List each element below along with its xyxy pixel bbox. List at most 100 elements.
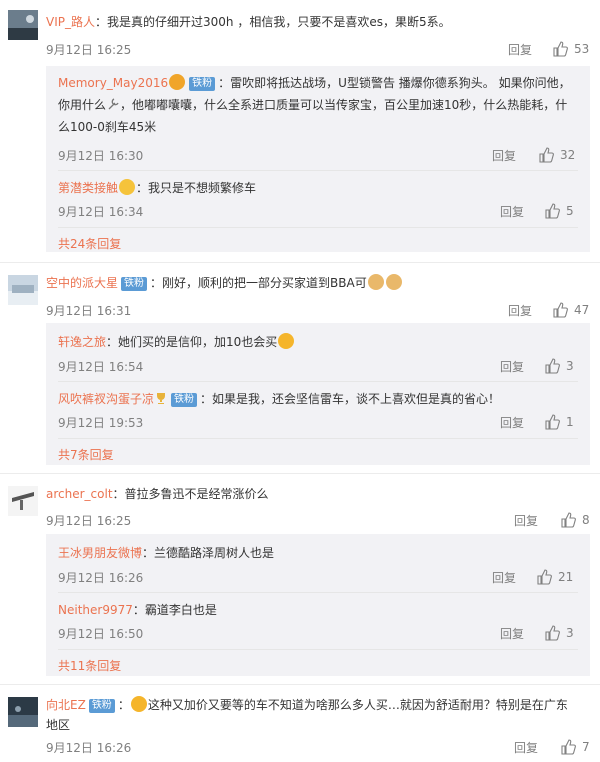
divider xyxy=(58,438,578,439)
username[interactable]: archer_colt xyxy=(46,487,113,501)
reply-item: 第潜类接触 ：我只是不想频繁修车 9月12日 16:34 回复 5 xyxy=(46,171,590,227)
like-count: 47 xyxy=(574,303,590,317)
reply-item: 轩逸之旅：她们买的是信仰，加10也会买 9月12日 16:54 回复 3 xyxy=(46,323,590,381)
thumbs-up-icon xyxy=(553,41,568,57)
avatar[interactable] xyxy=(8,697,38,727)
thumbs-up-icon xyxy=(561,739,576,755)
like-button[interactable]: 5 xyxy=(544,203,574,219)
trophy-icon xyxy=(157,393,166,404)
like-button[interactable]: 53 xyxy=(552,41,589,57)
reply-text-continued: ，他嘟嘟囔囔，什么全系进口质量可以当传家宝，百公里加速10秒，什么热能耗，什么1… xyxy=(58,98,568,134)
username[interactable]: 空中的派大星 xyxy=(46,276,118,290)
avatar[interactable] xyxy=(8,486,38,516)
username[interactable]: Neither9977 xyxy=(58,603,133,617)
reply-button[interactable]: 回复 xyxy=(500,358,524,375)
like-count: 1 xyxy=(566,415,574,429)
thumbs-up-icon xyxy=(545,358,560,374)
doge-emoji-icon xyxy=(385,274,402,290)
timestamp: 9月12日 16:26 xyxy=(46,741,132,755)
laughing-emoji-icon xyxy=(278,333,295,349)
like-button[interactable]: 1 xyxy=(544,414,574,430)
reply-button[interactable]: 回复 xyxy=(508,41,532,58)
timestamp: 9月12日 16:50 xyxy=(58,627,144,641)
timestamp: 9月12日 16:30 xyxy=(58,149,144,163)
thumbs-up-icon xyxy=(561,512,576,528)
reply-item: 风吹裤衩沟蛋子凉 铁粉 ：如果是我，还会坚信雷车，谈不上喜欢但是真的省心！ 9月12… xyxy=(46,382,590,438)
reply-button[interactable]: 回复 xyxy=(492,569,516,586)
username[interactable]: 风吹裤衩沟蛋子凉 xyxy=(58,392,154,406)
comment: VIP_路人：我是真的仔细开过300h ，相信我，只要不是喜欢es，果断5系。 … xyxy=(0,0,600,263)
like-button[interactable]: 8 xyxy=(560,512,590,528)
username[interactable]: 向北EZ xyxy=(46,698,86,712)
comment-text: ：刚好，顺利的把一部分买家道到BBA可 xyxy=(150,276,367,290)
timestamp: 9月12日 19:53 xyxy=(58,416,144,430)
reply-text: ：我只是不想频繁修车 xyxy=(136,181,257,195)
username[interactable]: Memory_May2016 xyxy=(58,76,168,90)
reply-button[interactable]: 回复 xyxy=(514,512,538,529)
username[interactable]: 王冰男朋友微博 xyxy=(58,546,142,560)
thumbs-up-icon xyxy=(539,147,554,163)
comment-text: ：我是真的仔细开过300h ，相信我，只要不是喜欢es，果断5系。 xyxy=(95,15,451,29)
reply-button[interactable]: 回复 xyxy=(500,625,524,642)
avatar[interactable] xyxy=(8,10,38,40)
reply-item: Memory_May2016 铁粉 ：雷吹即将抵达战场，U型锁警告 播爆你德系狗头。… xyxy=(46,66,590,170)
reply-text: ：兰德酷路泽周树人也是 xyxy=(142,546,275,560)
reply-text: ：如果是我，还会坚信雷车，谈不上喜欢但是真的省心！ xyxy=(200,392,501,406)
like-count: 5 xyxy=(566,204,574,218)
fan-badge: 铁粉 xyxy=(171,393,198,407)
timestamp: 9月12日 16:25 xyxy=(46,43,132,57)
reply-list: Memory_May2016 铁粉 ：雷吹即将抵达战场，U型锁警告 播爆你德系狗头。… xyxy=(46,66,590,252)
comment-body: VIP_路人：我是真的仔细开过300h ，相信我，只要不是喜欢es，果断5系。 xyxy=(46,12,588,32)
reply-body: 轩逸之旅：她们买的是信仰，加10也会买 xyxy=(58,331,578,353)
thumbs-up-icon xyxy=(545,625,560,641)
reply-button[interactable]: 回复 xyxy=(500,414,524,431)
like-count: 8 xyxy=(582,513,590,527)
comment-text-continued: 地区 xyxy=(46,718,71,732)
comment-body: 向北EZ 铁粉：这种又加价又要等的车不知道为啥那么多人买…就因为舒适耐用？特别是在… xyxy=(46,696,568,732)
more-replies-link[interactable]: 共11条回复 xyxy=(58,657,121,674)
like-button[interactable]: 47 xyxy=(552,302,589,318)
more-replies-link[interactable]: 共24条回复 xyxy=(58,235,121,252)
more-replies-link[interactable]: 共7条回复 xyxy=(58,446,114,463)
laughing-emoji-icon xyxy=(130,696,147,712)
reply-item: Neither9977：霸道李白也是 9月12日 16:50 回复 3 xyxy=(46,593,590,649)
reply-body: Memory_May2016 铁粉 ：雷吹即将抵达战场，U型锁警告 播爆你德系狗头。… xyxy=(58,72,578,138)
comment: archer_colt：普拉多鲁迅不是经常涨价么 9月12日 16:25 回复 … xyxy=(0,474,600,685)
reply-button[interactable]: 回复 xyxy=(492,147,516,164)
like-count: 3 xyxy=(566,626,574,640)
thumbs-up-icon xyxy=(545,203,560,219)
comment: 空中的派大星 铁粉 ：刚好，顺利的把一部分买家道到BBA可 9月12日 16:31 … xyxy=(0,263,600,474)
like-button[interactable]: 32 xyxy=(538,147,575,163)
emoji-icon xyxy=(169,74,186,90)
reply-list: 轩逸之旅：她们买的是信仰，加10也会买 9月12日 16:54 回复 3 风吹裤… xyxy=(46,323,590,465)
divider xyxy=(58,649,578,650)
thumbs-up-icon xyxy=(537,569,552,585)
username[interactable]: VIP_路人 xyxy=(46,15,95,29)
thumbs-up-icon xyxy=(553,302,568,318)
doge-emoji-icon xyxy=(367,274,384,290)
like-count: 21 xyxy=(558,570,574,584)
like-button[interactable]: 7 xyxy=(560,739,590,755)
like-count: 53 xyxy=(574,42,590,56)
username[interactable]: 轩逸之旅 xyxy=(58,335,106,349)
wrench-icon xyxy=(108,98,119,110)
fan-badge: 铁粉 xyxy=(121,277,148,291)
like-button[interactable]: 3 xyxy=(544,625,574,641)
username[interactable]: 第潜类接触 xyxy=(58,181,118,195)
reply-list: 王冰男朋友微博：兰德酷路泽周树人也是 9月12日 16:26 回复 21 Nei… xyxy=(46,534,590,676)
reply-item: 王冰男朋友微博：兰德酷路泽周树人也是 9月12日 16:26 回复 21 xyxy=(46,534,590,592)
divider xyxy=(58,227,578,228)
like-button[interactable]: 3 xyxy=(544,358,574,374)
fan-badge: 铁粉 xyxy=(189,77,216,91)
reply-text: ：她们买的是信仰，加10也会买 xyxy=(106,335,278,349)
comment-body: archer_colt：普拉多鲁迅不是经常涨价么 xyxy=(46,484,588,504)
reply-body: Neither9977：霸道李白也是 xyxy=(58,599,578,621)
reply-text: ：霸道李白也是 xyxy=(132,603,217,617)
avatar[interactable] xyxy=(8,275,38,305)
reply-button[interactable]: 回复 xyxy=(500,203,524,220)
like-button[interactable]: 21 xyxy=(536,569,573,585)
fan-badge: 铁粉 xyxy=(88,699,115,713)
reply-button[interactable]: 回复 xyxy=(508,302,532,319)
reply-button[interactable]: 回复 xyxy=(514,739,538,756)
timestamp: 9月12日 16:34 xyxy=(58,205,144,219)
